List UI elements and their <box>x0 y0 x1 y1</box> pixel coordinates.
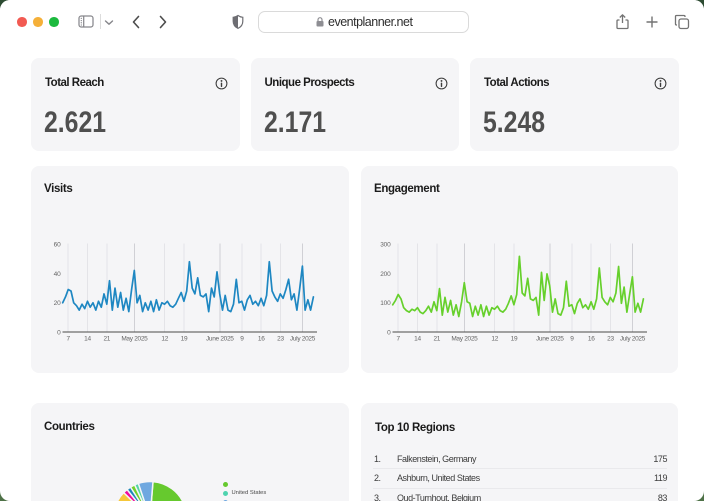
svg-text:7: 7 <box>67 335 71 342</box>
svg-text:23: 23 <box>277 335 284 342</box>
svg-text:21: 21 <box>433 335 440 342</box>
svg-text:0: 0 <box>57 329 61 336</box>
svg-text:23: 23 <box>607 335 614 342</box>
svg-text:14: 14 <box>414 335 421 342</box>
svg-text:16: 16 <box>588 335 595 342</box>
svg-text:July 2025: July 2025 <box>290 335 316 342</box>
svg-text:19: 19 <box>181 335 188 342</box>
svg-text:40: 40 <box>54 270 61 277</box>
svg-text:June 2025: June 2025 <box>536 335 564 342</box>
svg-text:12: 12 <box>161 335 168 342</box>
svg-text:14: 14 <box>84 335 91 342</box>
svg-text:July 2025: July 2025 <box>620 335 646 342</box>
svg-text:12: 12 <box>491 335 498 342</box>
svg-text:19: 19 <box>511 335 518 342</box>
svg-text:9: 9 <box>570 335 574 342</box>
svg-text:9: 9 <box>240 335 244 342</box>
svg-text:7: 7 <box>397 335 401 342</box>
svg-text:June 2025: June 2025 <box>206 335 234 342</box>
svg-text:200: 200 <box>380 270 391 277</box>
svg-text:16: 16 <box>258 335 265 342</box>
svg-text:0: 0 <box>387 329 391 336</box>
svg-text:May 2025: May 2025 <box>451 335 478 342</box>
svg-text:100: 100 <box>380 300 391 307</box>
svg-text:60: 60 <box>54 241 61 248</box>
svg-text:300: 300 <box>380 241 391 248</box>
svg-text:20: 20 <box>54 300 61 307</box>
svg-text:21: 21 <box>103 335 110 342</box>
svg-text:May 2025: May 2025 <box>121 335 148 342</box>
